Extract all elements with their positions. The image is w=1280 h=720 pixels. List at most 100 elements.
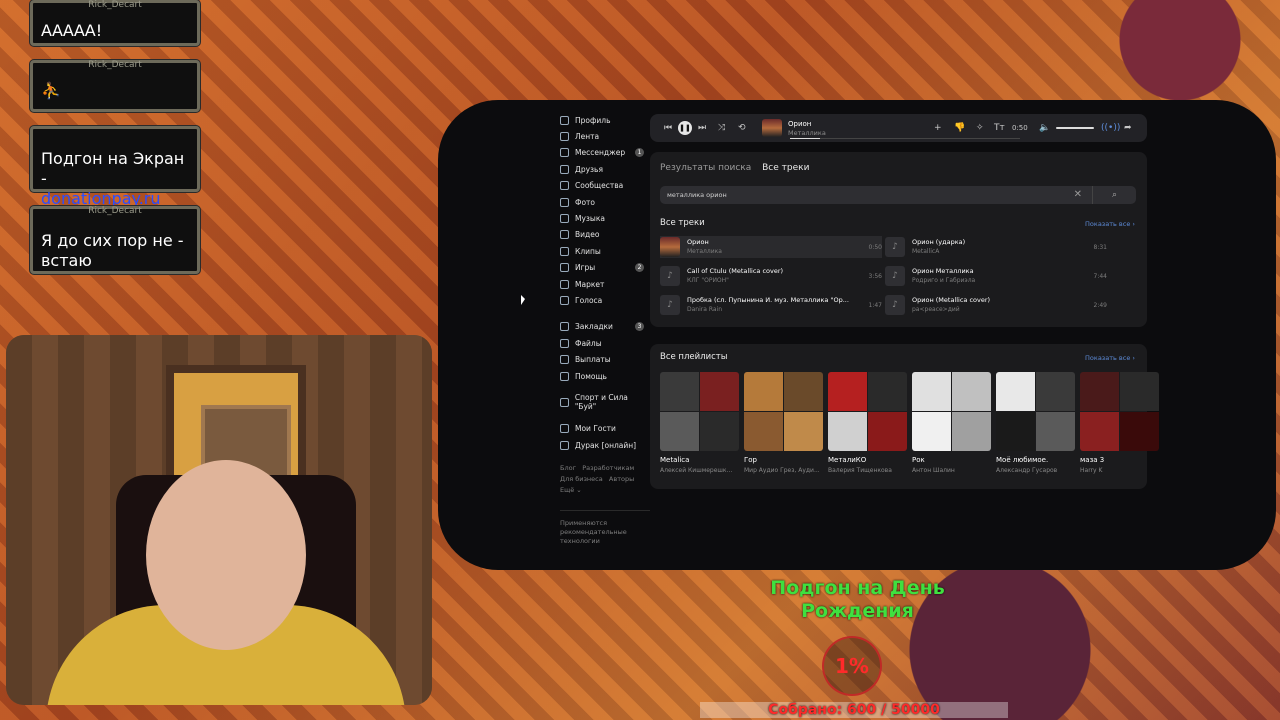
track-title[interactable]: Пробка (сл. Пупынина И. муз. Металлика "…	[687, 296, 849, 305]
playlist-author[interactable]: Алексей Кишмерешк...	[660, 467, 739, 474]
playlist-author[interactable]: Harry K	[1080, 467, 1159, 474]
playlist-cover[interactable]	[996, 372, 1075, 451]
sidebar-item-1[interactable]: Закладки 3	[560, 319, 650, 335]
share-icon[interactable]: ➦	[1124, 114, 1132, 142]
playlist-card[interactable]: Моё любимое. Александр Гусаров	[996, 372, 1075, 474]
repeat-icon[interactable]: ⟲	[738, 114, 746, 142]
track-title[interactable]: Call of Ctulu (Metallica cover)	[687, 267, 783, 276]
playlist-card[interactable]: маза 3 Harry K	[1080, 372, 1159, 474]
playlist-name[interactable]: МеталиКО	[828, 456, 907, 464]
shuffle-icon[interactable]: ⤨	[718, 114, 725, 142]
sidebar-item-label: Закладки	[575, 322, 613, 332]
sidebar-community[interactable]: Спорт и Сила "Буй"	[560, 393, 650, 411]
playlist-cover[interactable]	[828, 372, 907, 451]
playlist-card[interactable]: МеталиКО Валерия Тищенкова	[828, 372, 907, 474]
search-icon[interactable]: ⌕	[1092, 186, 1136, 204]
nav-icon	[560, 148, 569, 158]
broadcast-icon[interactable]: ((•))	[1101, 114, 1120, 142]
sidebar-item-2[interactable]: Файлы	[560, 335, 650, 351]
prev-icon[interactable]: ⏮	[664, 114, 672, 142]
track-row[interactable]: ♪ Орион (ударка) MetallicA 8:31	[885, 236, 1107, 258]
note-icon[interactable]: ♪	[660, 266, 680, 286]
footer-blog[interactable]: Блог	[560, 464, 576, 472]
playlist-author[interactable]: Александр Гусаров	[996, 467, 1075, 474]
playlist-name[interactable]: Рок	[912, 456, 991, 464]
playlist-author[interactable]: Валерия Тищенкова	[828, 467, 907, 474]
sidebar-item-3[interactable]: Выплаты	[560, 351, 650, 367]
track-row[interactable]: ♪ Call of Ctulu (Metallica cover) КЛГ "ОРИ…	[660, 265, 882, 287]
playlist-author[interactable]: Антон Шалин	[912, 467, 991, 474]
playlist-name[interactable]: Metalica	[660, 456, 739, 464]
playlist-author[interactable]: Мир Аудио Грез, Ауди...	[744, 467, 823, 474]
track-artist[interactable]: КЛГ "ОРИОН"	[687, 276, 783, 285]
next-icon[interactable]: ⏭	[698, 114, 706, 142]
dislike-icon[interactable]: 👎	[954, 114, 965, 142]
nav-icon	[560, 295, 569, 305]
footer-recommend[interactable]: Применяются рекомендательные технологии	[560, 510, 650, 546]
note-icon[interactable]: ♪	[660, 295, 680, 315]
playlist-cover[interactable]	[1080, 372, 1159, 451]
clear-icon[interactable]: ✕	[1074, 189, 1082, 200]
player-title[interactable]: Орион	[788, 120, 811, 129]
progress-bar[interactable]	[790, 138, 1020, 139]
sidebar-item-4[interactable]: Друзья	[560, 161, 650, 177]
playlist-card[interactable]: Рок Антон Шалин	[912, 372, 991, 474]
footer-authors[interactable]: Авторы	[609, 475, 634, 483]
playlist-name[interactable]: Гор	[744, 456, 823, 464]
sidebar-item-8[interactable]: Видео	[560, 227, 650, 243]
sidebar-item-4[interactable]: Помощь	[560, 368, 650, 384]
track-title[interactable]: Орион (Metallica cover)	[912, 296, 990, 305]
sidebar-item-5[interactable]: Сообщества	[560, 178, 650, 194]
track-row[interactable]: ♪ Орион Металлика Родриго и Габриэла 7:44	[885, 265, 1107, 287]
track-row[interactable]: Орион Металлика 0:50	[660, 236, 882, 258]
track-title[interactable]: Орион	[687, 238, 722, 247]
playlist-cover[interactable]	[744, 372, 823, 451]
sidebar-item-3[interactable]: Мессенджер 1	[560, 145, 650, 161]
volume-icon[interactable]: 🔈	[1039, 114, 1050, 142]
chat-message-1: Rick_Decart АААAА!	[30, 0, 200, 46]
volume-slider[interactable]	[1056, 127, 1094, 129]
search-input[interactable]: металлика орион ✕ ⌕	[660, 186, 1136, 204]
pause-button[interactable]: ❚❚	[678, 121, 692, 135]
track-artist[interactable]: MetallicA	[912, 247, 965, 256]
playlist-name[interactable]: маза 3	[1080, 456, 1159, 464]
track-cover[interactable]	[762, 119, 782, 137]
footer-more[interactable]: Ещё ⌄	[560, 486, 582, 494]
lyrics-icon[interactable]: Tт	[994, 114, 1005, 142]
sidebar-item-6[interactable]: Фото	[560, 194, 650, 210]
tracks-show-all[interactable]: Показать все ›	[1085, 220, 1135, 228]
playlist-name[interactable]: Моё любимое.	[996, 456, 1075, 464]
add-icon[interactable]: +	[934, 114, 942, 142]
footer-dev[interactable]: Разработчикам	[582, 464, 634, 472]
track-artist[interactable]: Металлика	[687, 247, 722, 256]
playlist-cover[interactable]	[912, 372, 991, 451]
track-artist[interactable]: ра<реасе>дий	[912, 305, 990, 314]
note-icon[interactable]: ♪	[885, 266, 905, 286]
note-icon[interactable]: ♪	[885, 295, 905, 315]
breadcrumb-search[interactable]: Результаты поиска	[660, 163, 751, 173]
track-row[interactable]: ♪ Орион (Metallica cover) ра<реасе>дий 2:49	[885, 294, 1107, 316]
sidebar-item-11[interactable]: Маркет	[560, 276, 650, 292]
track-artist[interactable]: Родриго и Габриэла	[912, 276, 975, 285]
footer-biz[interactable]: Для бизнеса	[560, 475, 603, 483]
sidebar-item-12[interactable]: Голоса	[560, 292, 650, 308]
recommend-icon[interactable]: ✧	[976, 114, 984, 142]
sidebar-item-2[interactable]: Лента	[560, 128, 650, 144]
sidebar-item-7[interactable]: Музыка	[560, 210, 650, 226]
sidebar-app-guests[interactable]: Мои Гости	[560, 421, 650, 437]
playlists-show-all[interactable]: Показать все ›	[1085, 354, 1135, 362]
track-title[interactable]: Орион (ударка)	[912, 238, 965, 247]
note-icon[interactable]: ♪	[885, 237, 905, 257]
sidebar-item-1[interactable]: Профиль	[560, 112, 650, 128]
track-row[interactable]: ♪ Пробка (сл. Пупынина И. муз. Металлика …	[660, 294, 882, 316]
track-artist[interactable]: Danira Rain	[687, 305, 849, 314]
playlist-cover[interactable]	[660, 372, 739, 451]
sidebar-app-durak[interactable]: Дурак [онлайн]	[560, 437, 650, 453]
sidebar-item-9[interactable]: Клипы	[560, 243, 650, 259]
track-title[interactable]: Орион Металлика	[912, 267, 975, 276]
playlist-card[interactable]: Metalica Алексей Кишмерешк...	[660, 372, 739, 474]
player-artist[interactable]: Металлика	[788, 129, 826, 137]
playlist-card[interactable]: Гор Мир Аудио Грез, Ауди...	[744, 372, 823, 474]
note-icon[interactable]	[660, 237, 680, 257]
sidebar-item-10[interactable]: Игры 2	[560, 260, 650, 276]
